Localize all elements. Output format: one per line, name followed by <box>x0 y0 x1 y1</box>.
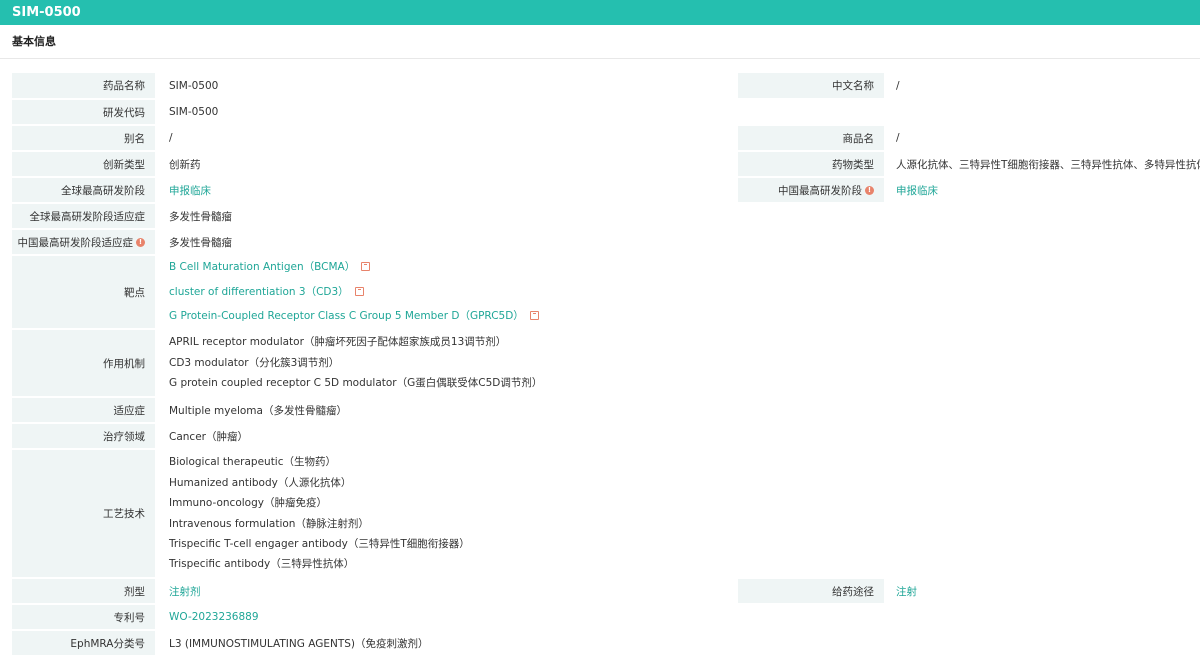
link-china-phase[interactable]: 申报临床 <box>896 183 938 198</box>
row-china-indication: 中国最高研发阶段适应症 ! 多发性骨髓瘤 <box>12 230 1200 256</box>
drug-title: SIM-0500 <box>12 5 81 20</box>
row-alias: 别名 / 商品名 / <box>12 126 1200 152</box>
row-rd-code: 研发代码 SIM-0500 <box>12 100 1200 126</box>
target-link[interactable]: G Protein-Coupled Receptor Class C Group… <box>169 310 524 322</box>
label-rd-code: 研发代码 <box>12 100 155 124</box>
row-global-phase: 全球最高研发阶段 申报临床 中国最高研发阶段 ! 申报临床 <box>12 178 1200 204</box>
label-alias: 别名 <box>12 126 155 150</box>
label-therapy-area: 治疗领域 <box>12 424 155 448</box>
info-table: 药品名称 SIM-0500 中文名称 / 研发代码 SIM-0500 别名 / … <box>12 73 1200 657</box>
value-ephmra: L3 (IMMUNOSTIMULATING AGENTS)（免疫刺激剂） <box>169 637 429 650</box>
mechanism-item: G protein coupled receptor C 5D modulato… <box>169 377 543 390</box>
value-global-indication: 多发性骨髓瘤 <box>169 210 232 223</box>
value-drug-name: SIM-0500 <box>169 79 219 92</box>
label-innovation-type: 创新类型 <box>12 152 155 176</box>
label-china-indication: 中国最高研发阶段适应症 <box>17 236 134 249</box>
row-patent: 专利号 WO-2023236889 <box>12 605 1200 631</box>
info-icon[interactable]: ! <box>865 185 874 195</box>
link-dosage-form[interactable]: 注射剂 <box>169 584 201 599</box>
value-indication: Multiple myeloma（多发性骨髓瘤） <box>169 404 347 417</box>
target-link[interactable]: B Cell Maturation Antigen（BCMA） <box>169 261 355 273</box>
technology-item: Trispecific antibody（三特异性抗体） <box>169 558 355 571</box>
row-ephmra: EphMRA分类号 L3 (IMMUNOSTIMULATING AGENTS)（… <box>12 631 1200 657</box>
label-indication: 适应症 <box>12 398 155 422</box>
value-alias: / <box>169 132 173 144</box>
value-trade-name: / <box>896 132 900 144</box>
label-patent: 专利号 <box>12 605 155 629</box>
label-mechanism: 作用机制 <box>12 330 155 396</box>
technology-item: Humanized antibody（人源化抗体） <box>169 476 352 489</box>
mechanism-item: CD3 modulator（分化簇3调节剂） <box>169 356 340 369</box>
link-route[interactable]: 注射 <box>896 584 917 599</box>
row-mechanism: 作用机制 APRIL receptor modulator（肿瘤坏死因子配体超家… <box>12 330 1200 398</box>
value-china-indication: 多发性骨髓瘤 <box>169 236 232 249</box>
row-technology: 工艺技术 Biological therapeutic（生物药） Humaniz… <box>12 450 1200 579</box>
value-cn-name: / <box>896 79 900 92</box>
external-link-icon[interactable] <box>529 311 539 321</box>
external-link-icon[interactable] <box>354 286 364 296</box>
label-targets: 靶点 <box>12 256 155 328</box>
label-china-phase: 中国最高研发阶段 <box>778 184 862 197</box>
label-drug-type: 药物类型 <box>738 152 884 176</box>
value-therapy-area: Cancer（肿瘤） <box>169 430 248 443</box>
value-innovation-type: 创新药 <box>169 158 201 171</box>
row-drug-name: 药品名称 SIM-0500 中文名称 / <box>12 73 1200 100</box>
label-global-indication: 全球最高研发阶段适应症 <box>12 204 155 228</box>
label-dosage-form: 剂型 <box>12 579 155 603</box>
link-global-phase[interactable]: 申报临床 <box>169 183 211 198</box>
page-header: SIM-0500 <box>0 0 1200 25</box>
info-icon[interactable]: ! <box>136 237 145 247</box>
value-drug-type: 人源化抗体、三特异性T细胞衔接器、三特异性抗体、多特异性抗体 <box>896 158 1200 171</box>
row-dosage-form: 剂型 注射剂 给药途径 注射 <box>12 579 1200 605</box>
value-rd-code: SIM-0500 <box>169 106 219 118</box>
label-route: 给药途径 <box>738 579 884 603</box>
label-drug-name: 药品名称 <box>12 73 155 98</box>
technology-item: Trispecific T-cell engager antibody（三特异性… <box>169 537 470 550</box>
row-indication: 适应症 Multiple myeloma（多发性骨髓瘤） <box>12 398 1200 424</box>
external-link-icon[interactable] <box>361 262 371 272</box>
label-ephmra: EphMRA分类号 <box>12 631 155 655</box>
section-title: 基本信息 <box>0 25 1200 59</box>
mechanism-item: APRIL receptor modulator（肿瘤坏死因子配体超家族成员13… <box>169 336 507 349</box>
label-technology: 工艺技术 <box>12 450 155 577</box>
technology-item: Biological therapeutic（生物药） <box>169 456 337 469</box>
row-innovation-type: 创新类型 创新药 药物类型 人源化抗体、三特异性T细胞衔接器、三特异性抗体、多特… <box>12 152 1200 178</box>
label-cn-name: 中文名称 <box>738 73 884 98</box>
label-trade-name: 商品名 <box>738 126 884 150</box>
row-targets: 靶点 B Cell Maturation Antigen（BCMA） clust… <box>12 256 1200 330</box>
row-therapy-area: 治疗领域 Cancer（肿瘤） <box>12 424 1200 450</box>
row-global-indication: 全球最高研发阶段适应症 多发性骨髓瘤 <box>12 204 1200 230</box>
target-link[interactable]: cluster of differentiation 3（CD3） <box>169 286 349 298</box>
technology-item: Immuno-oncology（肿瘤免疫） <box>169 497 327 510</box>
link-patent[interactable]: WO-2023236889 <box>169 611 259 623</box>
label-global-phase: 全球最高研发阶段 <box>12 178 155 202</box>
technology-item: Intravenous formulation（静脉注射剂） <box>169 517 369 530</box>
